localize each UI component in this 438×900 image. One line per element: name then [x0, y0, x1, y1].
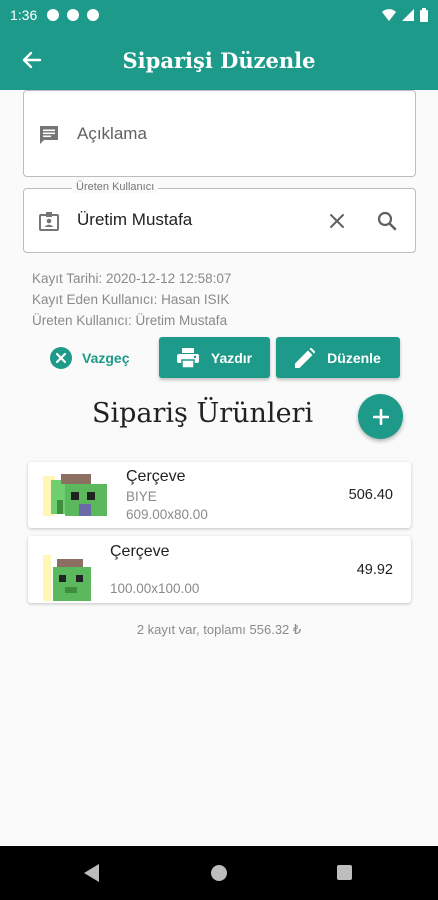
- signal-icon: [402, 9, 414, 21]
- system-nav-bar: [0, 846, 438, 900]
- battery-icon: [420, 8, 428, 22]
- cancel-label: Vazgeç: [82, 350, 130, 366]
- description-placeholder: Açıklama: [77, 124, 147, 143]
- badge-icon: [39, 212, 59, 231]
- item-code: BIYE: [126, 489, 157, 504]
- list-item[interactable]: Çerçeve BIYE 609.00x80.00 506.40: [28, 462, 411, 528]
- status-time: 1:36: [10, 7, 38, 23]
- recorded-by: Kayıt Eden Kullanıcı: Hasan ISIK: [32, 292, 230, 307]
- comment-icon: [40, 126, 58, 144]
- page-title: Siparişi Düzenle: [122, 47, 316, 73]
- description-field[interactable]: Açıklama: [23, 90, 416, 177]
- nav-back-icon[interactable]: [84, 864, 100, 882]
- item-size: 100.00x100.00: [110, 581, 200, 596]
- app-bar: Siparişi Düzenle: [0, 30, 438, 90]
- item-name: Çerçeve: [126, 468, 186, 485]
- item-price: 506.40: [348, 487, 393, 503]
- wifi-icon: [382, 9, 396, 21]
- search-button[interactable]: [374, 208, 400, 234]
- summary-text: 2 kayıt var, toplamı 556.32 ₺: [136, 622, 302, 637]
- produced-by: Üreten Kullanıcı: Üretim Mustafa: [32, 313, 228, 328]
- producer-user-field[interactable]: Üreten Kullanıcı Üretim Mustafa: [23, 181, 416, 253]
- back-button[interactable]: [16, 44, 48, 76]
- product-thumbnail: [43, 474, 107, 516]
- arrow-back-icon: [22, 51, 42, 69]
- product-thumbnail: [43, 555, 91, 601]
- edit-label: Düzenle: [327, 349, 381, 366]
- search-icon: [377, 211, 397, 231]
- print-button[interactable]: Yazdır: [159, 337, 270, 378]
- cancel-icon: [50, 347, 72, 369]
- record-meta: Kayıt Tarihi: 2020-12-12 12:58:07 Kayıt …: [32, 268, 231, 331]
- record-date: Kayıt Tarihi: 2020-12-12 12:58:07: [32, 271, 232, 286]
- producer-user-label: Üreten Kullanıcı: [72, 181, 159, 193]
- edit-button[interactable]: Düzenle: [276, 337, 400, 378]
- notification-icon: [47, 9, 60, 21]
- item-size: 609.00x80.00: [126, 507, 208, 522]
- list-item[interactable]: Çerçeve 100.00x100.00 49.92: [28, 536, 411, 603]
- add-item-button[interactable]: [358, 394, 403, 439]
- status-bar: 1:36: [0, 0, 438, 30]
- nav-recents-icon[interactable]: [337, 865, 352, 880]
- plus-icon: [372, 408, 389, 425]
- item-price: 49.92: [356, 562, 393, 578]
- print-icon: [176, 347, 199, 368]
- notification-icon: [67, 9, 80, 21]
- pencil-icon: [295, 347, 316, 368]
- nav-home-icon[interactable]: [211, 865, 227, 881]
- print-label: Yazdır: [210, 349, 253, 366]
- notification-icon: [87, 9, 100, 21]
- cancel-button[interactable]: Vazgeç: [50, 340, 129, 376]
- item-name: Çerçeve: [110, 543, 170, 560]
- producer-user-value: Üretim Mustafa: [77, 210, 193, 229]
- close-icon: [330, 214, 344, 228]
- clear-button[interactable]: [324, 208, 350, 234]
- section-title: Sipariş Ürünleri: [92, 398, 314, 429]
